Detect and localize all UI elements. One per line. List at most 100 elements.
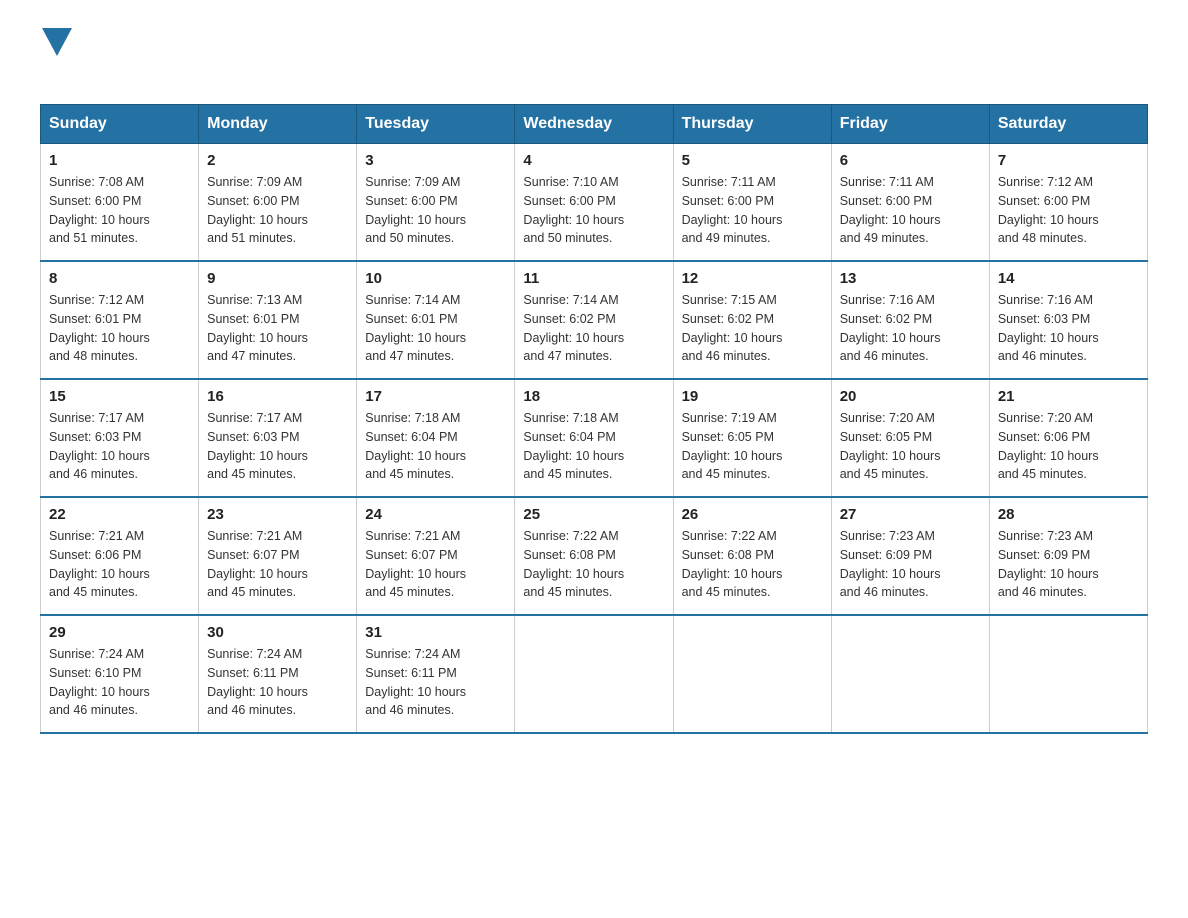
day-number: 11 (523, 270, 664, 287)
day-info: Sunrise: 7:11 AMSunset: 6:00 PMDaylight:… (840, 173, 981, 248)
day-info: Sunrise: 7:24 AMSunset: 6:11 PMDaylight:… (365, 645, 506, 720)
calendar-cell: 1 Sunrise: 7:08 AMSunset: 6:00 PMDaylight… (41, 144, 199, 262)
day-info: Sunrise: 7:12 AMSunset: 6:01 PMDaylight:… (49, 291, 190, 366)
day-number: 18 (523, 388, 664, 405)
logo (40, 30, 72, 84)
calendar-cell: 13Sunrise: 7:16 AMSunset: 6:02 PMDayligh… (831, 261, 989, 379)
day-number: 19 (682, 388, 823, 405)
calendar-cell: 8 Sunrise: 7:12 AMSunset: 6:01 PMDaylight… (41, 261, 199, 379)
weekday-header-saturday: Saturday (989, 105, 1147, 144)
week-row-1: 1 Sunrise: 7:08 AMSunset: 6:00 PMDaylight… (41, 144, 1148, 262)
day-number: 6 (840, 152, 981, 169)
calendar-cell: 17 Sunrise: 7:18 AMSunset: 6:04 PMDayligh… (357, 379, 515, 497)
page-header (40, 30, 1148, 84)
calendar-cell (831, 615, 989, 733)
weekday-header-row: SundayMondayTuesdayWednesdayThursdayFrid… (41, 105, 1148, 144)
day-info: Sunrise: 7:11 AMSunset: 6:00 PMDaylight:… (682, 173, 823, 248)
calendar-cell: 11 Sunrise: 7:14 AMSunset: 6:02 PMDayligh… (515, 261, 673, 379)
calendar-cell: 4 Sunrise: 7:10 AMSunset: 6:00 PMDaylight… (515, 144, 673, 262)
week-row-2: 8 Sunrise: 7:12 AMSunset: 6:01 PMDaylight… (41, 261, 1148, 379)
calendar-cell: 20 Sunrise: 7:20 AMSunset: 6:05 PMDayligh… (831, 379, 989, 497)
calendar-cell: 15 Sunrise: 7:17 AMSunset: 6:03 PMDayligh… (41, 379, 199, 497)
day-info: Sunrise: 7:16 AMSunset: 6:03 PMDaylight:… (998, 291, 1139, 366)
day-number: 23 (207, 506, 348, 523)
calendar-cell: 28Sunrise: 7:23 AMSunset: 6:09 PMDayligh… (989, 497, 1147, 615)
day-number: 8 (49, 270, 190, 287)
day-info: Sunrise: 7:09 AMSunset: 6:00 PMDaylight:… (207, 173, 348, 248)
logo-icon (42, 28, 72, 58)
day-number: 3 (365, 152, 506, 169)
day-number: 10 (365, 270, 506, 287)
day-number: 2 (207, 152, 348, 169)
day-number: 21 (998, 388, 1139, 405)
day-info: Sunrise: 7:13 AMSunset: 6:01 PMDaylight:… (207, 291, 348, 366)
day-number: 17 (365, 388, 506, 405)
day-number: 16 (207, 388, 348, 405)
calendar-cell: 9 Sunrise: 7:13 AMSunset: 6:01 PMDaylight… (199, 261, 357, 379)
day-info: Sunrise: 7:20 AMSunset: 6:05 PMDaylight:… (840, 409, 981, 484)
day-number: 7 (998, 152, 1139, 169)
day-info: Sunrise: 7:21 AMSunset: 6:06 PMDaylight:… (49, 527, 190, 602)
day-number: 9 (207, 270, 348, 287)
weekday-header-friday: Friday (831, 105, 989, 144)
day-info: Sunrise: 7:19 AMSunset: 6:05 PMDaylight:… (682, 409, 823, 484)
weekday-header-thursday: Thursday (673, 105, 831, 144)
calendar-cell: 6 Sunrise: 7:11 AMSunset: 6:00 PMDaylight… (831, 144, 989, 262)
day-info: Sunrise: 7:10 AMSunset: 6:00 PMDaylight:… (523, 173, 664, 248)
day-number: 30 (207, 624, 348, 641)
calendar-cell (989, 615, 1147, 733)
day-number: 1 (49, 152, 190, 169)
day-number: 13 (840, 270, 981, 287)
day-number: 31 (365, 624, 506, 641)
calendar-cell: 18Sunrise: 7:18 AMSunset: 6:04 PMDayligh… (515, 379, 673, 497)
day-info: Sunrise: 7:22 AMSunset: 6:08 PMDaylight:… (682, 527, 823, 602)
calendar-cell: 21 Sunrise: 7:20 AMSunset: 6:06 PMDayligh… (989, 379, 1147, 497)
calendar-cell: 25Sunrise: 7:22 AMSunset: 6:08 PMDayligh… (515, 497, 673, 615)
day-number: 24 (365, 506, 506, 523)
calendar-cell: 19 Sunrise: 7:19 AMSunset: 6:05 PMDayligh… (673, 379, 831, 497)
calendar-cell: 29Sunrise: 7:24 AMSunset: 6:10 PMDayligh… (41, 615, 199, 733)
day-info: Sunrise: 7:14 AMSunset: 6:01 PMDaylight:… (365, 291, 506, 366)
calendar-cell: 27 Sunrise: 7:23 AMSunset: 6:09 PMDayligh… (831, 497, 989, 615)
day-info: Sunrise: 7:09 AMSunset: 6:00 PMDaylight:… (365, 173, 506, 248)
day-info: Sunrise: 7:20 AMSunset: 6:06 PMDaylight:… (998, 409, 1139, 484)
calendar-cell: 30 Sunrise: 7:24 AMSunset: 6:11 PMDayligh… (199, 615, 357, 733)
day-number: 20 (840, 388, 981, 405)
calendar-cell: 26 Sunrise: 7:22 AMSunset: 6:08 PMDayligh… (673, 497, 831, 615)
day-info: Sunrise: 7:17 AMSunset: 6:03 PMDaylight:… (49, 409, 190, 484)
day-info: Sunrise: 7:24 AMSunset: 6:10 PMDaylight:… (49, 645, 190, 720)
weekday-header-wednesday: Wednesday (515, 105, 673, 144)
day-info: Sunrise: 7:08 AMSunset: 6:00 PMDaylight:… (49, 173, 190, 248)
day-number: 27 (840, 506, 981, 523)
day-number: 22 (49, 506, 190, 523)
day-number: 26 (682, 506, 823, 523)
day-number: 14 (998, 270, 1139, 287)
calendar-cell (673, 615, 831, 733)
day-number: 5 (682, 152, 823, 169)
day-info: Sunrise: 7:23 AMSunset: 6:09 PMDaylight:… (998, 527, 1139, 602)
week-row-4: 22 Sunrise: 7:21 AMSunset: 6:06 PMDayligh… (41, 497, 1148, 615)
calendar-cell (515, 615, 673, 733)
weekday-header-monday: Monday (199, 105, 357, 144)
calendar-cell: 2 Sunrise: 7:09 AMSunset: 6:00 PMDaylight… (199, 144, 357, 262)
day-number: 4 (523, 152, 664, 169)
day-number: 12 (682, 270, 823, 287)
day-info: Sunrise: 7:14 AMSunset: 6:02 PMDaylight:… (523, 291, 664, 366)
day-number: 15 (49, 388, 190, 405)
day-info: Sunrise: 7:21 AMSunset: 6:07 PMDaylight:… (207, 527, 348, 602)
calendar-cell: 12 Sunrise: 7:15 AMSunset: 6:02 PMDayligh… (673, 261, 831, 379)
calendar-cell: 5 Sunrise: 7:11 AMSunset: 6:00 PMDaylight… (673, 144, 831, 262)
calendar-cell: 3 Sunrise: 7:09 AMSunset: 6:00 PMDaylight… (357, 144, 515, 262)
day-info: Sunrise: 7:24 AMSunset: 6:11 PMDaylight:… (207, 645, 348, 720)
day-number: 25 (523, 506, 664, 523)
calendar-cell: 16Sunrise: 7:17 AMSunset: 6:03 PMDayligh… (199, 379, 357, 497)
day-info: Sunrise: 7:12 AMSunset: 6:00 PMDaylight:… (998, 173, 1139, 248)
weekday-header-sunday: Sunday (41, 105, 199, 144)
calendar-cell: 23 Sunrise: 7:21 AMSunset: 6:07 PMDayligh… (199, 497, 357, 615)
day-info: Sunrise: 7:15 AMSunset: 6:02 PMDaylight:… (682, 291, 823, 366)
day-info: Sunrise: 7:18 AMSunset: 6:04 PMDaylight:… (365, 409, 506, 484)
day-info: Sunrise: 7:23 AMSunset: 6:09 PMDaylight:… (840, 527, 981, 602)
calendar-cell: 22 Sunrise: 7:21 AMSunset: 6:06 PMDayligh… (41, 497, 199, 615)
calendar-table: SundayMondayTuesdayWednesdayThursdayFrid… (40, 104, 1148, 734)
week-row-3: 15 Sunrise: 7:17 AMSunset: 6:03 PMDayligh… (41, 379, 1148, 497)
